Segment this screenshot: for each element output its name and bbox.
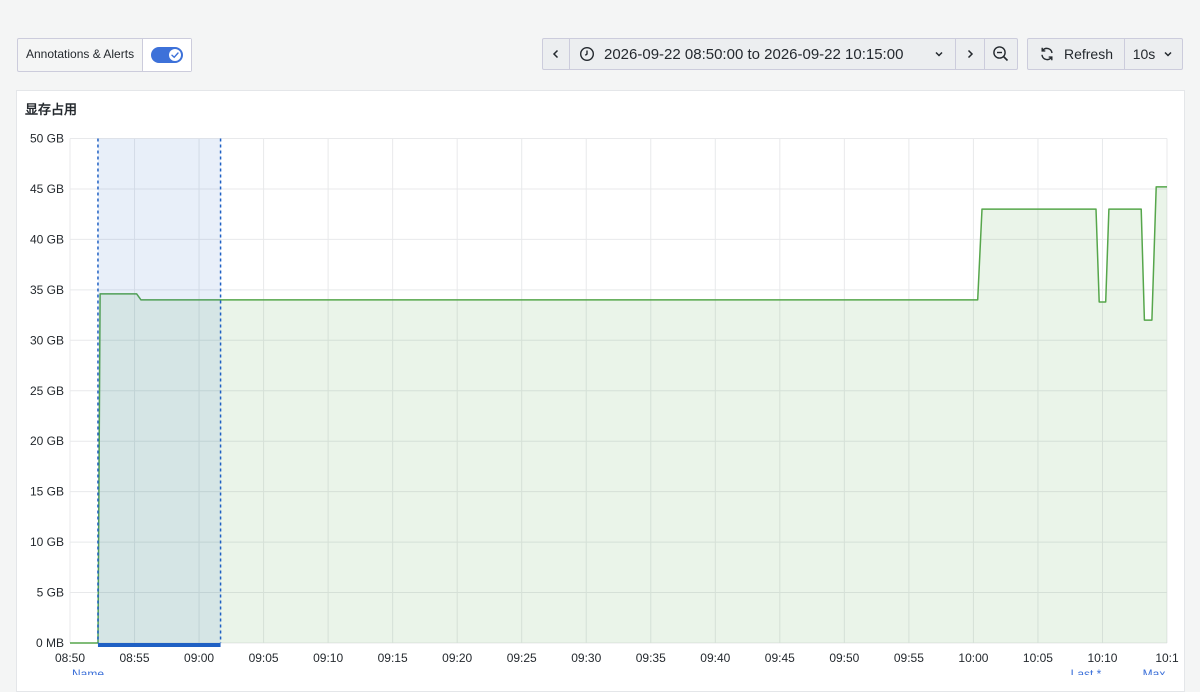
x-tick-label: 09:15 <box>378 651 408 665</box>
x-tick-label: 09:00 <box>184 651 214 665</box>
y-tick-label: 15 GB <box>30 485 64 499</box>
x-tick-label: 09:05 <box>249 651 279 665</box>
y-tick-label: 40 GB <box>30 232 64 246</box>
y-tick-label: 25 GB <box>30 384 64 398</box>
y-tick-label: 0 MB <box>36 636 64 650</box>
x-tick-label: 09:55 <box>894 651 924 665</box>
y-tick-label: 10 GB <box>30 535 64 549</box>
series-area <box>70 186 1167 643</box>
x-tick-label: 09:10 <box>313 651 343 665</box>
y-tick-label: 50 GB <box>30 132 64 146</box>
x-tick-label: 09:25 <box>507 651 537 665</box>
x-tick-label: 09:35 <box>636 651 666 665</box>
x-tick-label: 08:50 <box>55 651 85 665</box>
x-tick-label: 10:00 <box>958 651 988 665</box>
x-tick-label: 10:1 <box>1155 651 1179 665</box>
x-tick-label: 09:20 <box>442 651 472 665</box>
annotation-region <box>97 138 221 643</box>
y-tick-label: 35 GB <box>30 283 64 297</box>
y-tick-label: 30 GB <box>30 333 64 347</box>
x-tick-label: 09:30 <box>571 651 601 665</box>
y-tick-label: 20 GB <box>30 434 64 448</box>
x-tick-label: 08:55 <box>120 651 150 665</box>
x-tick-label: 09:45 <box>765 651 795 665</box>
legend-header[interactable]: Last * <box>1071 667 1102 675</box>
x-tick-label: 10:05 <box>1023 651 1053 665</box>
legend-header[interactable]: Name <box>72 667 104 675</box>
y-tick-label: 5 GB <box>37 586 64 600</box>
x-tick-label: 10:10 <box>1087 651 1117 665</box>
x-tick-label: 09:40 <box>700 651 730 665</box>
legend-header[interactable]: Max <box>1143 667 1166 675</box>
annotation-marker <box>97 643 221 647</box>
x-tick-label: 09:50 <box>829 651 859 665</box>
y-tick-label: 45 GB <box>30 182 64 196</box>
memory-usage-chart[interactable]: 0 MB 5 GB 10 GB 15 GB 20 GB 25 GB 30 GB 35 GB 40… <box>0 0 1200 676</box>
